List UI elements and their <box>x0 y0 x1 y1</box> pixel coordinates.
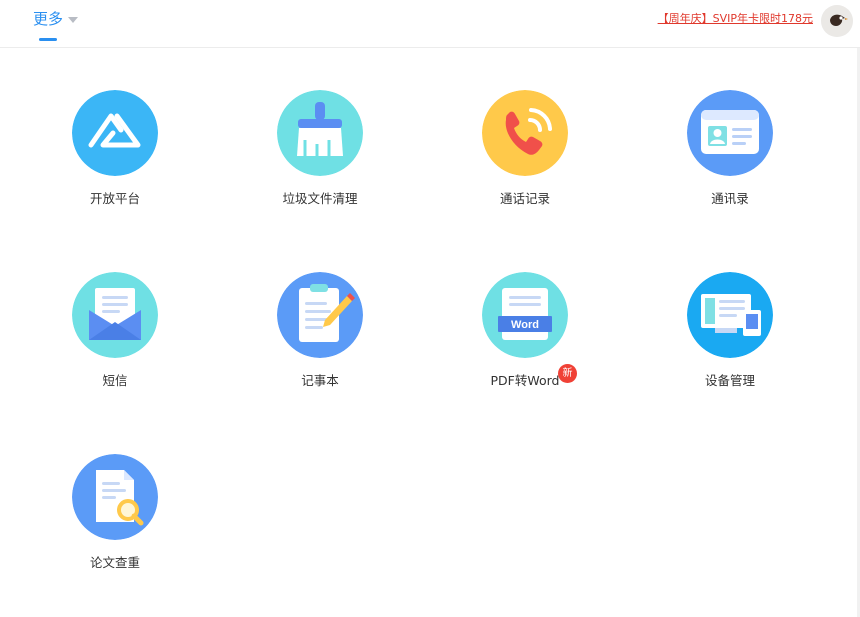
tool-plagiarism-check[interactable]: 论文查重 <box>30 454 200 594</box>
contact-card-icon <box>687 90 773 176</box>
tool-contacts[interactable]: 通讯录 <box>645 90 815 230</box>
tool-icon-circle <box>482 90 568 176</box>
paper-search-icon <box>72 454 158 540</box>
tool-label: PDF转Word <box>490 373 560 388</box>
tool-label: 记事本 <box>301 373 339 388</box>
tool-icon-circle <box>687 272 773 358</box>
envelope-icon <box>72 272 158 358</box>
tool-label: 短信 <box>102 373 128 388</box>
notepad-icon <box>277 272 363 358</box>
pdf-word-icon: Word <box>482 272 568 358</box>
tool-sms[interactable]: 短信 <box>30 272 200 412</box>
tab-more[interactable]: 更多 <box>33 8 79 42</box>
phone-icon <box>482 90 568 176</box>
avatar[interactable] <box>821 5 853 37</box>
tool-icon-circle <box>72 272 158 358</box>
tool-icon-circle <box>72 90 158 176</box>
broom-icon <box>277 90 363 176</box>
tool-icon-circle <box>687 90 773 176</box>
word-icon-text: Word <box>511 319 539 331</box>
chevron-down-icon[interactable] <box>68 17 79 23</box>
open-platform-icon <box>72 90 158 176</box>
tool-label: 论文查重 <box>89 555 140 570</box>
new-badge: 新 <box>558 364 577 383</box>
tool-device-manager[interactable]: 设备管理 <box>645 272 815 412</box>
tool-label: 通话记录 <box>499 191 550 206</box>
tool-label: 开放平台 <box>89 191 140 206</box>
tab-more-label: 更多 <box>33 10 64 28</box>
tool-open-platform[interactable]: 开放平台 <box>30 90 200 230</box>
devices-icon <box>687 272 773 358</box>
tool-label: 设备管理 <box>704 373 755 388</box>
tool-label: 垃圾文件清理 <box>282 191 358 206</box>
svip-promo-link[interactable]: 【周年庆】SVIP年卡限时178元 <box>658 11 813 27</box>
tool-notepad[interactable]: 记事本 <box>235 272 405 412</box>
top-bar: 更多 【周年庆】SVIP年卡限时178元 <box>0 0 860 48</box>
tool-junk-cleaner[interactable]: 垃圾文件清理 <box>235 90 405 230</box>
tool-pdf-to-word[interactable]: Word PDF转Word 新 <box>440 272 610 412</box>
tool-call-log[interactable]: 通话记录 <box>440 90 610 230</box>
tool-icon-circle <box>277 90 363 176</box>
tool-icon-circle: Word <box>482 272 568 358</box>
tool-icon-circle <box>72 454 158 540</box>
active-tab-indicator <box>39 38 57 41</box>
user-avatar-icon <box>821 5 853 37</box>
tool-icon-circle <box>277 272 363 358</box>
tool-label: 通讯录 <box>711 191 749 206</box>
